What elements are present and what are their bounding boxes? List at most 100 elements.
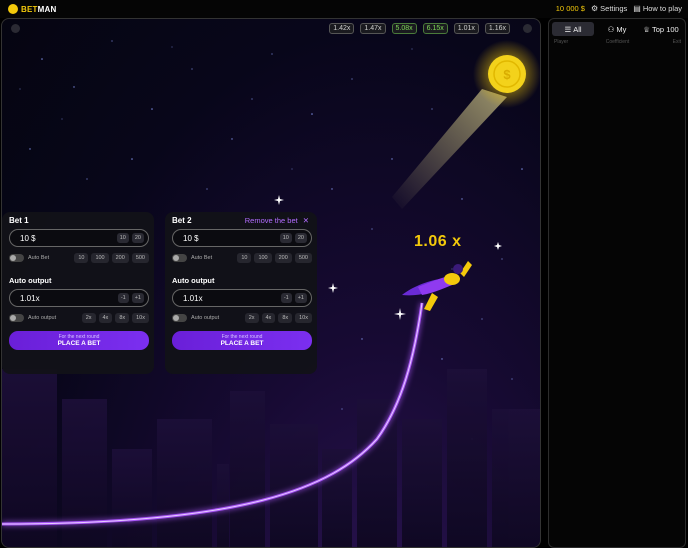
auto-output-row: Auto output 2x 4x 8x 10x (172, 312, 312, 323)
quick-amount-button[interactable]: 10 (116, 233, 129, 243)
tab-all[interactable]: ☰ All (552, 22, 594, 36)
auto-output-toggle-label: Auto output (191, 314, 220, 321)
column-header: Coefficient (605, 39, 630, 45)
place-bet-label: PLACE A BET (220, 339, 264, 347)
history-chip[interactable]: 6.15x (422, 23, 448, 34)
auto-output-row: Auto output 2x 4x 8x 10x (9, 312, 149, 323)
multiplier-chip[interactable]: 4x (98, 312, 113, 323)
game-area: $ 1.42x 1.47x 5.08x 6.15x 1.01x 1.16x 1.… (1, 18, 541, 548)
side-table-header: Player Coefficient Exit (554, 39, 681, 45)
user-icon: ⚇ (607, 24, 615, 34)
amount-chip[interactable]: 500 (294, 252, 312, 263)
auto-output-title: Auto output (172, 276, 215, 285)
svg-text:$: $ (503, 67, 511, 82)
tab-top-100[interactable]: ♕ Top 100 (640, 22, 682, 36)
multiplier-chip[interactable]: 10x (295, 312, 312, 323)
bet-amount-input[interactable]: 10 $ 10 20 (172, 229, 312, 247)
column-header: Exit (672, 39, 681, 45)
tab-my[interactable]: ⚇ My (596, 22, 638, 36)
auto-output-input[interactable]: 1.01x -1 +1 (9, 289, 149, 307)
logo-coin-icon (8, 4, 18, 14)
history-chip[interactable]: 1.42x (329, 23, 355, 34)
history-scroll-right-button[interactable] (523, 24, 532, 33)
auto-output-toggle[interactable] (172, 313, 187, 322)
amount-chip[interactable]: 200 (274, 252, 292, 263)
multiplier-chip[interactable]: 8x (115, 312, 130, 323)
bet-amount-input[interactable]: 10 $ 10 20 (9, 229, 149, 247)
auto-bet-label: Auto Bet (28, 254, 50, 261)
auto-bet-row: Auto Bet 10 100 200 500 (9, 252, 149, 263)
quick-amount-button[interactable]: 10 (279, 233, 292, 243)
history-chip[interactable]: 1.01x (453, 23, 479, 34)
auto-output-input[interactable]: 1.01x -1 +1 (172, 289, 312, 307)
list-icon: ☰ (564, 24, 572, 34)
quick-amount-button[interactable]: 20 (294, 233, 307, 243)
how-to-play-button[interactable]: ▤ How to play (633, 4, 682, 13)
logo-bet: BET (21, 4, 38, 14)
auto-output-value: 1.01x (20, 293, 40, 303)
bet-amount-value: 10 $ (20, 233, 36, 243)
top-bar: BETMAN 10 000 $ ⚙ Settings ▤ How to play (0, 0, 688, 18)
quick-amount-button[interactable]: 20 (131, 233, 144, 243)
logo-man: MAN (37, 4, 57, 14)
column-header: Player (554, 39, 569, 45)
amount-chip[interactable]: 200 (111, 252, 129, 263)
bet-title: Bet 2 (172, 216, 192, 225)
settings-label: Settings (600, 4, 628, 13)
bets-side-panel: ☰ All ⚇ My ♕ Top 100 Player Coefficient … (548, 18, 686, 548)
amount-chip[interactable]: 10 (237, 252, 252, 263)
how-to-play-label: How to play (642, 4, 682, 13)
history-chip[interactable]: 1.16x (484, 23, 510, 34)
multiplier-chip[interactable]: 2x (244, 312, 259, 323)
logo-text: BETMAN (21, 5, 56, 14)
tab-top-100-label: Top 100 (652, 24, 679, 34)
multiplier-chip[interactable]: 2x (81, 312, 96, 323)
auto-bet-toggle[interactable] (9, 253, 24, 262)
side-tabs: ☰ All ⚇ My ♕ Top 100 (552, 22, 682, 36)
auto-bet-toggle[interactable] (172, 253, 187, 262)
decrement-button[interactable]: -1 (117, 293, 129, 303)
amount-chip[interactable]: 10 (74, 252, 89, 263)
logo: BETMAN (8, 4, 56, 14)
auto-bet-label: Auto Bet (191, 254, 213, 261)
history-row: 1.42x 1.47x 5.08x 6.15x 1.01x 1.16x (329, 23, 510, 34)
multiplier-chip[interactable]: 4x (261, 312, 276, 323)
gear-icon: ⚙ (590, 4, 599, 13)
place-bet-button[interactable]: For the next round PLACE A BET (172, 331, 312, 350)
remove-bet-button[interactable]: Remove the bet ✕ (245, 216, 309, 225)
amount-chip[interactable]: 100 (91, 252, 109, 263)
bet-amount-value: 10 $ (183, 233, 199, 243)
place-bet-button[interactable]: For the next round PLACE A BET (9, 331, 149, 350)
increment-button[interactable]: +1 (131, 293, 144, 303)
auto-bet-row: Auto Bet 10 100 200 500 (172, 252, 312, 263)
remove-bet-label: Remove the bet (244, 216, 298, 225)
increment-button[interactable]: +1 (294, 293, 307, 303)
bet-panel-2: Bet 2 Remove the bet ✕ 10 $ 10 20 Auto B… (165, 212, 317, 374)
top-right: 10 000 $ ⚙ Settings ▤ How to play (556, 4, 682, 13)
auto-output-title: Auto output (9, 276, 52, 285)
history-scroll-left-button[interactable] (11, 24, 20, 33)
bet-title: Bet 1 (9, 216, 29, 225)
multiplier-chip[interactable]: 10x (132, 312, 149, 323)
auto-output-toggle[interactable] (9, 313, 24, 322)
close-icon: ✕ (302, 216, 309, 225)
flying-hero (402, 261, 472, 311)
amount-chip[interactable]: 500 (131, 252, 149, 263)
history-chip[interactable]: 5.08x (391, 23, 417, 34)
decrement-button[interactable]: -1 (280, 293, 292, 303)
bet-panel-1: Bet 1 10 $ 10 20 Auto Bet 10 100 200 500… (2, 212, 154, 374)
tab-all-label: All (573, 24, 582, 34)
history-chip[interactable]: 1.47x (360, 23, 386, 34)
light-beam (392, 89, 507, 209)
balance: 10 000 $ (555, 4, 585, 13)
amount-chip[interactable]: 100 (254, 252, 272, 263)
current-coefficient: 1.06 x (414, 233, 462, 250)
trophy-icon: ♕ (643, 24, 651, 34)
auto-output-toggle-label: Auto output (28, 314, 57, 321)
tab-my-label: My (616, 24, 627, 34)
place-bet-label: PLACE A BET (57, 339, 101, 347)
multiplier-chip[interactable]: 8x (278, 312, 293, 323)
settings-button[interactable]: ⚙ Settings (591, 4, 627, 13)
book-icon: ▤ (633, 4, 641, 13)
auto-output-value: 1.01x (183, 293, 203, 303)
